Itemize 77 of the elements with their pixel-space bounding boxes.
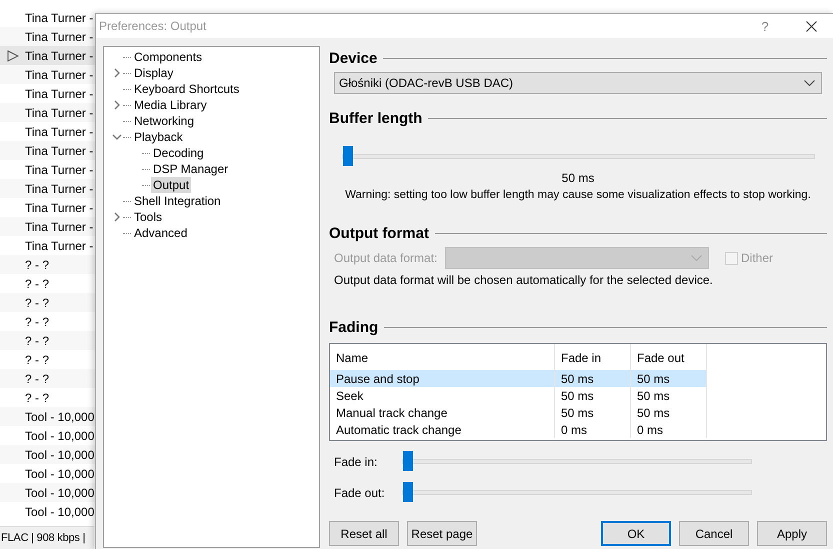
playlist-row[interactable]: Tina Turner - — [0, 217, 95, 236]
device-dropdown[interactable]: Głośniki (ODAC-revB USB DAC) — [334, 72, 822, 94]
playlist-row[interactable]: ? - ? — [0, 350, 95, 369]
table-cell: 50 ms — [554, 370, 630, 387]
table-row-name[interactable]: Automatic track change — [330, 421, 554, 438]
table-cell: 50 ms — [630, 370, 706, 387]
table-row-name[interactable]: Seek — [330, 387, 554, 404]
buffer-value: 50 ms — [560, 171, 596, 185]
playlist-row[interactable]: ? - ? — [0, 293, 95, 312]
tree-item[interactable]: Media Library — [132, 97, 209, 113]
playlist-row[interactable]: ? - ? — [0, 255, 95, 274]
playlist-row[interactable]: ? - ? — [0, 388, 95, 407]
playlist-row[interactable]: Tool - 10,000 — [0, 464, 95, 483]
reset-button[interactable]: Reset page — [407, 521, 477, 546]
table-cell: 0 ms — [630, 421, 706, 438]
table-row-name[interactable]: Pause and stop — [330, 370, 554, 387]
slider-label: Fade in: — [334, 454, 378, 468]
tree-item[interactable]: Decoding — [151, 145, 206, 161]
tree-item[interactable]: DSP Manager — [151, 161, 230, 177]
section-heading: Fading — [329, 318, 378, 336]
dialog-button[interactable]: Apply — [757, 521, 827, 546]
dialog-button[interactable]: Cancel — [679, 521, 749, 546]
warning-text: Warning: setting too low buffer length may cause some visualization effects to stop working. — [344, 189, 812, 201]
reset-button[interactable]: Reset all — [329, 521, 399, 546]
playlist-row[interactable]: Tina Turner - — [0, 122, 95, 141]
playlist-row[interactable]: Tina Turner - — [0, 179, 95, 198]
tree-item[interactable]: Keyboard Shortcuts — [132, 81, 242, 97]
playlist-row[interactable]: Tina Turner - — [0, 236, 95, 255]
section-heading: Output format — [329, 224, 429, 242]
window-title: Preferences: Output — [99, 19, 206, 33]
playlist-row[interactable]: Tina Turner - — [0, 141, 95, 160]
play-icon — [6, 50, 18, 62]
playlist-row[interactable]: Tool - 10,000 — [0, 502, 95, 521]
playlist-row[interactable]: Tina Turner - — [0, 198, 95, 217]
tree-item[interactable]: Networking — [132, 113, 196, 129]
table-cell: 50 ms — [554, 404, 630, 421]
table-cell: 0 ms — [554, 421, 630, 438]
slider-thumb[interactable] — [403, 482, 413, 502]
info-text: Output data format will be chosen automatically for the selected device. — [334, 273, 714, 287]
playlist-row[interactable]: Tool - 10,000 — [0, 407, 95, 426]
playlist-row[interactable]: Tool - 10,000 — [0, 445, 95, 464]
playlist-row[interactable]: ? - ? — [0, 369, 95, 388]
tree-item[interactable]: Shell Integration — [132, 193, 223, 209]
playlist-row[interactable]: Tina Turner - — [0, 84, 95, 103]
playlist-row[interactable]: Tina Turner - — [0, 8, 95, 27]
playlist-row[interactable]: ? - ? — [0, 274, 95, 293]
field-label: Output data format: — [334, 251, 438, 265]
playlist-row[interactable]: Tina Turner - — [0, 65, 95, 84]
tree-item[interactable]: Display — [132, 65, 176, 81]
tree-item[interactable]: Tools — [132, 209, 164, 225]
playlist-row[interactable]: Tina Turner - — [0, 27, 95, 46]
playlist-row[interactable]: ? - ? — [0, 312, 95, 331]
dropdown-chevron-icon — [691, 254, 702, 262]
slider-thumb[interactable] — [403, 451, 413, 471]
playlist-row[interactable]: Tina Turner - — [0, 160, 95, 179]
tree-item[interactable]: Playback — [132, 129, 185, 145]
tree-item[interactable]: Components — [132, 49, 204, 65]
table-row-name[interactable]: Manual track change — [330, 404, 554, 421]
playlist-row[interactable]: Tina Turner - — [0, 46, 95, 65]
close-icon — [806, 20, 816, 32]
tree-item[interactable]: Advanced — [132, 225, 190, 241]
playlist-row[interactable]: Tina Turner - — [0, 103, 95, 122]
table-cell: 50 ms — [554, 387, 630, 404]
table-cell: 50 ms — [630, 404, 706, 421]
table-cell: 50 ms — [630, 387, 706, 404]
playlist-row[interactable]: Tool - 10,000 — [0, 483, 95, 502]
dialog-button[interactable]: OK — [601, 521, 671, 546]
playlist-row[interactable]: Tool - 10,000 — [0, 426, 95, 445]
slider-label: Fade out: — [334, 486, 386, 500]
status-bar: FLAC | 908 kbps | — [0, 526, 94, 549]
playlist-row[interactable]: ? - ? — [0, 331, 95, 350]
tree-item[interactable]: Output — [151, 177, 192, 193]
section-heading: Buffer length — [329, 110, 422, 126]
help-button[interactable]: ? — [742, 14, 788, 38]
slider-thumb[interactable] — [343, 146, 353, 166]
dropdown-chevron-icon — [804, 80, 815, 86]
section-heading: Device — [329, 50, 378, 66]
